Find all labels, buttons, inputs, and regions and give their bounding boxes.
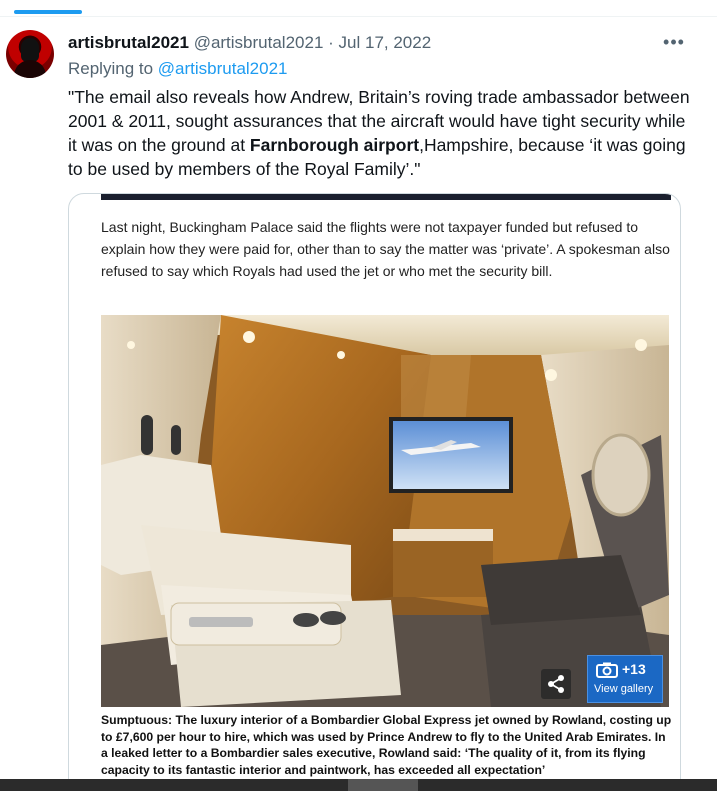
author-handle[interactable]: @artisbrutal2021 (194, 33, 324, 52)
avatar-shoulders (14, 60, 46, 78)
tweet-text: "The email also reveals how Andrew, Brit… (68, 85, 693, 181)
gallery-count: +13 (622, 661, 646, 677)
tweet-page: artisbrutal2021 @artisbrutal2021 · Jul 1… (0, 0, 717, 791)
tweet-date[interactable]: Jul 17, 2022 (339, 33, 432, 52)
article-image-edge (101, 194, 671, 200)
share-button[interactable] (541, 669, 571, 699)
replying-mention[interactable]: @artisbrutal2021 (158, 59, 288, 78)
avatar-figure (21, 38, 39, 62)
tweet-header: artisbrutal2021 @artisbrutal2021 · Jul 1… (68, 32, 431, 54)
bottom-scrollbar[interactable] (0, 779, 717, 791)
camera-icon (596, 662, 618, 678)
article-paragraph: Last night, Buckingham Palace said the f… (101, 219, 670, 279)
separator: · (328, 33, 334, 52)
quoted-article-card[interactable]: Last night, Buckingham Palace said the f… (68, 193, 681, 791)
tweet-text-bold: Farnborough airport (249, 135, 420, 155)
view-gallery-button[interactable]: +13 View gallery (587, 655, 663, 703)
share-icon (548, 675, 564, 693)
avatar[interactable] (6, 30, 54, 78)
replying-to: Replying to @artisbrutal2021 (68, 58, 288, 80)
jet-interior-photo[interactable]: +13 View gallery (101, 315, 669, 707)
tab-indicator (14, 10, 82, 14)
gallery-label: View gallery (594, 683, 654, 695)
author-name[interactable]: artisbrutal2021 (68, 33, 189, 52)
jet-interior-illustration (101, 315, 669, 707)
divider (0, 16, 717, 17)
replying-prefix: Replying to (68, 59, 158, 78)
photo-caption: Sumptuous: The luxury interior of a Bomb… (101, 713, 672, 777)
ellipsis-icon[interactable]: ••• (662, 32, 686, 52)
scrollbar-thumb[interactable] (348, 779, 418, 791)
